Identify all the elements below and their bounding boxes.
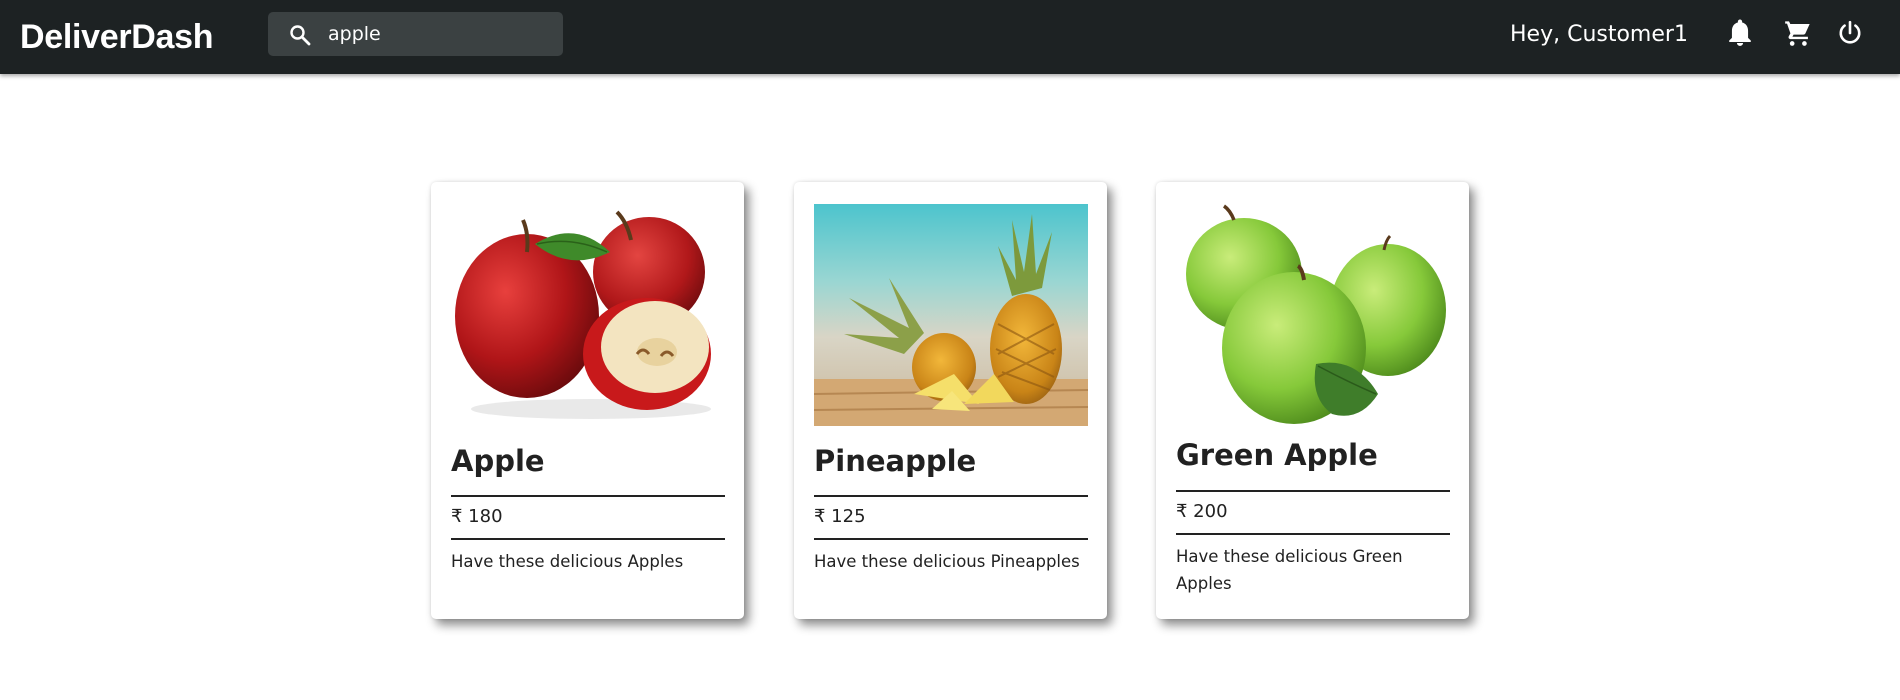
bell-icon bbox=[1729, 19, 1751, 46]
search-icon bbox=[290, 25, 311, 46]
product-card[interactable]: Green Apple ₹ 200 Have these delicious G… bbox=[1156, 182, 1469, 619]
divider bbox=[1176, 533, 1450, 535]
green-apples-image bbox=[1176, 204, 1450, 426]
product-description: Have these delicious Green Apples bbox=[1176, 547, 1403, 593]
divider bbox=[1176, 490, 1450, 492]
user-greeting: Hey, Customer1 bbox=[1510, 21, 1688, 47]
product-price: ₹ 200 bbox=[1176, 501, 1228, 522]
cart-button[interactable] bbox=[1783, 18, 1813, 48]
product-name: Apple bbox=[451, 444, 545, 478]
product-card[interactable]: Pineapple ₹ 125 Have these delicious Pin… bbox=[794, 182, 1107, 619]
product-name: Pineapple bbox=[814, 444, 977, 478]
divider bbox=[451, 538, 725, 540]
brand-logo[interactable]: DeliverDash bbox=[20, 0, 214, 74]
power-icon bbox=[1839, 20, 1861, 44]
product-card[interactable]: Apple ₹ 180 Have these delicious Apples bbox=[431, 182, 744, 619]
search-box[interactable] bbox=[268, 12, 563, 56]
divider bbox=[814, 495, 1088, 497]
product-description: Have these delicious Pineapples bbox=[814, 552, 1080, 571]
divider bbox=[451, 495, 725, 497]
product-price: ₹ 125 bbox=[814, 506, 866, 527]
pineapple-image bbox=[814, 204, 1088, 426]
divider bbox=[814, 538, 1088, 540]
product-price: ₹ 180 bbox=[451, 506, 503, 527]
product-description: Have these delicious Apples bbox=[451, 552, 684, 571]
notifications-button[interactable] bbox=[1725, 18, 1755, 48]
logout-button[interactable] bbox=[1835, 18, 1865, 48]
red-apples-image bbox=[451, 204, 725, 426]
product-name: Green Apple bbox=[1176, 438, 1378, 472]
cart-icon bbox=[1785, 21, 1810, 46]
app-bar: DeliverDash Hey, Customer1 bbox=[0, 0, 1900, 74]
search-input[interactable] bbox=[328, 12, 553, 56]
